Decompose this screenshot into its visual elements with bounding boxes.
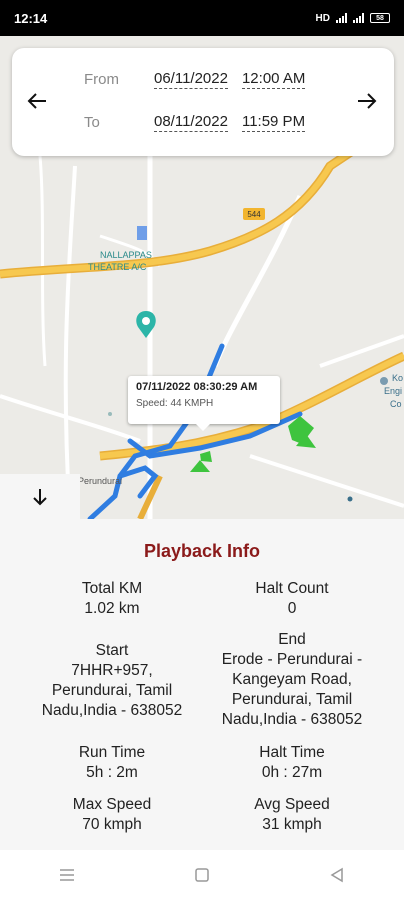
arrow-left-icon <box>27 93 46 109</box>
playback-info-title: Playback Info <box>143 541 261 561</box>
tooltip-timestamp: 07/11/2022 08:30:29 AM <box>136 381 258 393</box>
start-address-line-3: Nadu,India - 638052 <box>41 702 183 719</box>
avg-speed-label: Avg Speed <box>254 796 330 813</box>
date-range-card: From 06/11/2022 12:00 AM To 08/11/2022 1… <box>12 48 394 156</box>
halt-time-value: 0h : 27m <box>261 764 323 781</box>
run-time-label: Run Time <box>78 744 146 761</box>
to-row: To 08/11/2022 11:59 PM <box>84 113 306 132</box>
from-time-field[interactable]: 12:00 AM <box>241 70 306 89</box>
svg-text:Co: Co <box>390 399 402 409</box>
home-button[interactable] <box>182 855 222 895</box>
tooltip-speed-unit: KMPH <box>184 398 214 409</box>
menu-icon <box>60 869 75 881</box>
svg-text:Ko: Ko <box>392 373 403 383</box>
end-address-line-3: Perundurai, Tamil <box>231 691 353 708</box>
to-label: To <box>84 114 100 131</box>
end-address-line-2: Kangeyam Road, <box>232 671 352 688</box>
halt-time-stat: Halt Time 0h : 27m <box>197 743 387 783</box>
status-bar: 12:14 HD 58 <box>0 0 404 36</box>
battery-icon: 58 <box>370 13 390 23</box>
svg-text:THEATRE A/C: THEATRE A/C <box>88 262 147 272</box>
tooltip-speed-value: 44 <box>170 398 182 409</box>
back-button[interactable] <box>317 855 357 895</box>
status-time: 12:14 <box>14 10 48 26</box>
back-triangle-icon <box>330 867 343 883</box>
start-address-line-2: Perundurai, Tamil <box>51 682 173 699</box>
end-label: End <box>278 631 306 648</box>
collapse-panel-button[interactable] <box>0 474 80 519</box>
tooltip-speed: Speed: 44 KMPH <box>136 398 272 409</box>
from-date-field[interactable]: 06/11/2022 <box>154 70 228 89</box>
avg-speed-value: 31 kmph <box>262 816 322 833</box>
arrow-right-icon <box>358 93 377 109</box>
max-speed-stat: Max Speed 70 kmph <box>17 795 207 835</box>
start-location-stat: Start 7HHR+957, Perundurai, Tamil Nadu,I… <box>17 641 207 721</box>
svg-text:Engi: Engi <box>384 386 402 396</box>
svg-text:NALLAPPAS: NALLAPPAS <box>100 250 152 260</box>
network-type-label: HD <box>315 12 330 24</box>
svg-text:Perundurai: Perundurai <box>78 476 122 486</box>
arrow-down-icon <box>33 488 47 505</box>
halt-count-value: 0 <box>287 600 297 617</box>
end-location-stat: End Erode - Perundurai - Kangeyam Road, … <box>197 630 387 730</box>
halt-count-stat: Halt Count 0 <box>197 579 387 619</box>
system-nav-bar <box>0 850 404 900</box>
halt-time-label: Halt Time <box>259 744 325 761</box>
avg-speed-stat: Avg Speed 31 kmph <box>197 795 387 835</box>
total-km-stat: Total KM 1.02 km <box>17 579 207 619</box>
svg-text:544: 544 <box>247 210 261 219</box>
halt-count-label: Halt Count <box>255 580 329 597</box>
signal-icon-2 <box>353 13 364 23</box>
previous-range-button[interactable] <box>20 84 54 118</box>
to-time-field[interactable]: 11:59 PM <box>241 113 306 132</box>
tooltip-speed-label: Speed: <box>136 398 168 409</box>
max-speed-value: 70 kmph <box>82 816 142 833</box>
from-row: From 06/11/2022 12:00 AM <box>84 70 306 89</box>
end-address-line-1: Erode - Perundurai - <box>221 651 363 668</box>
max-speed-label: Max Speed <box>72 796 152 813</box>
start-address-line-1: 7HHR+957, <box>71 662 153 679</box>
total-km-value: 1.02 km <box>84 600 140 617</box>
total-km-label: Total KM <box>81 580 143 597</box>
to-date-field[interactable]: 08/11/2022 <box>154 113 228 132</box>
next-range-button[interactable] <box>350 84 384 118</box>
signal-icon <box>336 13 347 23</box>
status-icons: HD 58 <box>316 13 390 24</box>
run-time-stat: Run Time 5h : 2m <box>17 743 207 783</box>
end-address-line-4: Nadu,India - 638052 <box>221 711 363 728</box>
start-label: Start <box>95 642 129 659</box>
run-time-value: 5h : 2m <box>86 764 138 781</box>
vehicle-info-tooltip: 07/11/2022 08:30:29 AM Speed: 44 KMPH <box>128 376 280 431</box>
home-square-icon <box>195 868 209 882</box>
recent-apps-button[interactable] <box>47 855 87 895</box>
from-label: From <box>84 71 119 88</box>
